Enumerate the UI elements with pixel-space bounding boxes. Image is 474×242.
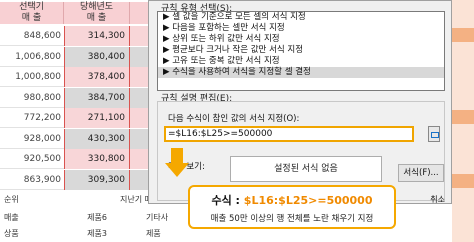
range-select-icon[interactable] — [428, 126, 440, 142]
cell-value[interactable]: 380,400 — [64, 46, 130, 67]
rule-type-item[interactable]: ▶ 상위 또는 하위 값만 서식 지정 — [158, 34, 444, 45]
rule-type-item[interactable]: ▶ 평균보다 크거나 작은 값만 서식 지정 — [158, 45, 444, 56]
rule-type-item[interactable]: ▶ 고유 또는 중복 값만 서식 지정 — [158, 56, 444, 67]
cell-value[interactable]: 430,300 — [64, 128, 130, 149]
cell-value[interactable]: 980,800 — [0, 88, 64, 108]
table-row: 1,006,800 380,400 — [0, 46, 160, 67]
cell-value[interactable]: 920,500 — [0, 149, 64, 169]
cell-value[interactable]: 314,300 — [64, 26, 130, 46]
callout-formula: $L16:$L25>=500000 — [243, 194, 373, 207]
lower-right-label-2: 제품 — [146, 229, 161, 238]
lower-label-3: 상품 — [4, 229, 19, 238]
cell-value[interactable]: 848,600 — [0, 26, 64, 46]
rule-type-list[interactable]: ▶ 셀 값을 기준으로 모든 셀의 서식 지정 ▶ 다음을 포함하는 셀만 서식 … — [157, 11, 445, 91]
callout-title: 수식 : $L16:$L25>=500000 — [190, 192, 394, 208]
rule-type-item[interactable]: ▶ 셀 값을 기준으로 모든 셀의 서식 지정 — [158, 12, 444, 23]
table-row: 772,200 271,100 — [0, 108, 160, 128]
cell-value[interactable]: 1,006,800 — [0, 47, 64, 67]
table-row: 920,500 330,800 — [0, 149, 160, 169]
header-right-label: 매 출 — [86, 13, 107, 23]
table-row: 980,800 384,700 — [0, 87, 160, 108]
header-top-label: 선택기 — [19, 2, 44, 12]
header-top-right-label: 당해년도 — [79, 2, 114, 12]
table-row: 1,000,800 378,400 — [0, 67, 160, 87]
cell-value[interactable]: 928,000 — [0, 129, 64, 149]
cell-value[interactable]: 378,400 — [64, 67, 130, 87]
lower-mid-label-2: 제품6 — [87, 213, 107, 222]
table-row: 928,000 430,300 — [0, 128, 160, 149]
callout-description: 매출 50만 이상의 행 전체를 노란 채우기 지정 — [210, 214, 374, 224]
down-arrow-icon — [171, 148, 183, 164]
formula-label: 다음 수식이 참인 값의 서식 지정(O): — [168, 114, 300, 124]
cell-value[interactable]: 271,100 — [64, 108, 130, 128]
orange-cell — [452, 28, 474, 42]
lower-label-2: 매출 — [4, 213, 19, 222]
rule-type-item[interactable]: ▶ 수식을 사용하여 서식을 지정할 셀 결정 — [158, 67, 444, 78]
cell-value[interactable]: 772,200 — [0, 108, 64, 128]
sheet-header-band: 선택기 매 출 당해년도 매 출 — [0, 2, 160, 24]
lower-label-1: 순위 — [4, 195, 19, 204]
table-row: 863,900 309,300 — [0, 169, 160, 190]
callout-title-prefix: 수식 : — [211, 194, 244, 207]
preview-box: 설정된 서식 없음 — [230, 156, 382, 182]
new-formatting-rule-dialog: 규칙 유형 선택(S): ▶ 셀 값을 기준으로 모든 셀의 서식 지정 ▶ 다음… — [148, 0, 452, 204]
header-left-label: 매 출 — [21, 13, 42, 23]
table-row: 848,600 314,300 — [0, 26, 160, 46]
header-col-mid: 당해년도 매 출 — [64, 2, 130, 24]
orange-cell — [452, 174, 474, 188]
formula-input[interactable]: =$L16:$L25>=500000 — [164, 126, 414, 142]
cell-value[interactable]: 309,300 — [64, 169, 130, 190]
lower-mid-label-3: 제품3 — [87, 229, 107, 238]
formula-callout: 수식 : $L16:$L25>=500000 매출 50만 이상의 행 전체를 … — [188, 185, 396, 229]
sheet-right-strip — [452, 0, 474, 242]
header-col-left: 선택기 매 출 — [0, 2, 64, 24]
lower-right-label: 기타사 — [146, 213, 169, 222]
cell-value[interactable]: 330,800 — [64, 149, 130, 169]
rule-type-item[interactable]: ▶ 다음을 포함하는 셀만 서식 지정 — [158, 23, 444, 34]
cell-value[interactable]: 863,900 — [0, 170, 64, 190]
cell-value[interactable]: 1,000,800 — [0, 67, 64, 87]
cancel-button[interactable]: 취소 — [419, 194, 445, 204]
orange-cell — [452, 110, 474, 124]
down-arrow-head-icon — [165, 163, 189, 177]
format-button[interactable]: 서식(F)... — [398, 164, 444, 182]
cell-value[interactable]: 384,700 — [64, 87, 130, 108]
